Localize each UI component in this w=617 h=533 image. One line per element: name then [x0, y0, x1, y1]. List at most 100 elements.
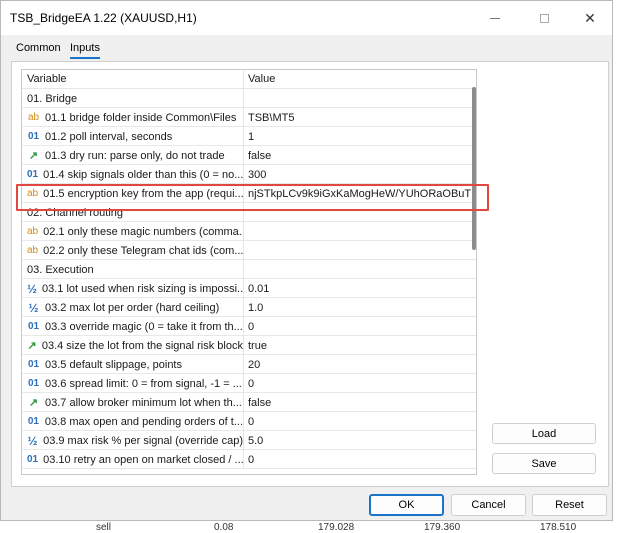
value-cell[interactable]: 0: [244, 374, 476, 393]
trade-price-open: 179.028: [318, 522, 355, 533]
load-button[interactable]: Load: [492, 423, 596, 444]
reset-button[interactable]: Reset: [532, 494, 607, 516]
value-cell[interactable]: 1.0: [244, 298, 476, 317]
boolean-type-icon: ↗: [28, 150, 39, 162]
maximize-button[interactable]: [521, 1, 567, 35]
ok-button[interactable]: OK: [369, 494, 444, 516]
trade-volume: 0.08: [214, 522, 234, 533]
variable-cell: ½ 03.2 max lot per order (hard ceiling): [22, 298, 244, 317]
value-cell[interactable]: [244, 241, 476, 260]
double-type-icon: ½: [27, 433, 38, 448]
integer-type-icon: 01: [27, 321, 40, 332]
string-type-icon: ab: [27, 245, 39, 256]
variable-cell: 01 01.2 poll interval, seconds: [22, 127, 244, 146]
minimize-button[interactable]: [472, 1, 518, 35]
trade-price-sl: 179.360: [424, 522, 461, 533]
parameter-row[interactable]: 01 01.4 skip signals older than this (0 =…: [22, 165, 476, 184]
parameter-row[interactable]: 01 03.10 retry an open on market closed /…: [22, 450, 476, 469]
value-cell[interactable]: TSB\MT5: [244, 108, 476, 127]
variable-label: 01.4 skip signals older than this (0 = n…: [43, 168, 244, 181]
integer-type-icon: 01: [27, 169, 39, 180]
variable-cell: 01 03.8 max open and pending orders of t.…: [22, 412, 244, 431]
variable-cell: ½ 03.1 lot used when risk sizing is impos…: [22, 279, 244, 298]
variable-cell: 01 03.3 override magic (0 = take it from …: [22, 317, 244, 336]
title-bar[interactable]: TSB_BridgeEA 1.22 (XAUUSD,H1) ✕: [1, 1, 612, 35]
variable-cell: ab 01.1 bridge folder inside Common\Files: [22, 108, 244, 127]
parameter-row[interactable]: ab 02.1 only these magic numbers (comma..…: [22, 222, 476, 241]
tab-bar: Common Inputs: [1, 35, 612, 61]
value-cell: [244, 89, 476, 108]
integer-type-icon: 01: [27, 378, 40, 389]
string-type-icon: ab: [27, 226, 39, 237]
variable-label: 01.3 dry run: parse only, do not trade: [45, 149, 225, 162]
background-trade-row: sell 0.08 179.028 179.360 178.510: [0, 522, 617, 533]
value-cell[interactable]: true: [244, 336, 476, 355]
close-button[interactable]: ✕: [567, 1, 613, 35]
variable-label: 03.4 size the lot from the signal risk b…: [41, 339, 243, 352]
variable-cell: ↗ 03.4 size the lot from the signal risk …: [22, 336, 244, 355]
integer-type-icon: 01: [27, 359, 40, 370]
variable-label: 03.1 lot used when risk sizing is imposs…: [42, 282, 244, 295]
group-header-row[interactable]: 01. Bridge: [22, 89, 476, 108]
variable-cell: 01 03.5 default slippage, points: [22, 355, 244, 374]
variable-cell: 01 03.10 retry an open on market closed /…: [22, 450, 244, 469]
header-value[interactable]: Value: [244, 70, 476, 88]
parameter-row[interactable]: ½ 03.9 max risk % per signal (override ca…: [22, 431, 476, 450]
parameter-row[interactable]: ↗ 03.4 size the lot from the signal risk …: [22, 336, 476, 355]
window-title: TSB_BridgeEA 1.22 (XAUUSD,H1): [10, 11, 197, 25]
inputs-dialog: TSB_BridgeEA 1.22 (XAUUSD,H1) ✕ Common I…: [0, 0, 613, 521]
variable-cell: ab 02.1 only these magic numbers (comma..…: [22, 222, 244, 241]
double-type-icon: ½: [27, 281, 38, 296]
tab-inputs[interactable]: Inputs: [70, 42, 100, 59]
parameter-row[interactable]: ↗ 01.3 dry run: parse only, do not trade f…: [22, 146, 476, 165]
parameter-row[interactable]: 01 03.3 override magic (0 = take it from …: [22, 317, 476, 336]
variable-label: 03.3 override magic (0 = take it from th…: [45, 320, 243, 333]
trade-price-tp: 178.510: [540, 522, 577, 533]
variable-cell: ab 02.2 only these Telegram chat ids (com…: [22, 241, 244, 260]
parameter-row[interactable]: ab 02.2 only these Telegram chat ids (com…: [22, 241, 476, 260]
group-header-row[interactable]: 03. Execution: [22, 260, 476, 279]
cancel-button[interactable]: Cancel: [451, 494, 526, 516]
value-cell[interactable]: 0: [244, 412, 476, 431]
value-cell[interactable]: 1: [244, 127, 476, 146]
variable-cell: 03. Execution: [22, 260, 244, 279]
variable-label: 01.2 poll interval, seconds: [45, 130, 173, 143]
variable-cell: ↗ 03.7 allow broker minimum lot when th..…: [22, 393, 244, 412]
parameter-row[interactable]: 01 03.5 default slippage, points 20: [22, 355, 476, 374]
value-cell[interactable]: 5.0: [244, 431, 476, 450]
variable-label: 03.6 spread limit: 0 = from signal, -1 =…: [45, 377, 242, 390]
value-cell[interactable]: false: [244, 393, 476, 412]
parameter-row[interactable]: ab 01.1 bridge folder inside Common\Files…: [22, 108, 476, 127]
parameter-row[interactable]: 01 03.8 max open and pending orders of t.…: [22, 412, 476, 431]
variable-label: 03.9 max risk % per signal (override cap…: [43, 434, 243, 447]
trade-type: sell: [96, 522, 112, 533]
close-icon: ✕: [584, 9, 596, 26]
parameter-row[interactable]: ↗ 03.7 allow broker minimum lot when th..…: [22, 393, 476, 412]
value-cell[interactable]: 0.01: [244, 279, 476, 298]
variable-label: 01. Bridge: [27, 92, 78, 105]
variable-label: 01.1 bridge folder inside Common\Files: [45, 111, 237, 124]
integer-type-icon: 01: [27, 131, 40, 142]
value-cell[interactable]: false: [244, 146, 476, 165]
value-cell[interactable]: 0: [244, 450, 476, 469]
value-cell[interactable]: 300: [244, 165, 476, 184]
value-cell[interactable]: 20: [244, 355, 476, 374]
parameter-row[interactable]: ½ 03.2 max lot per order (hard ceiling) 1.…: [22, 298, 476, 317]
variable-cell: 01 01.4 skip signals older than this (0 =…: [22, 165, 244, 184]
save-button[interactable]: Save: [492, 453, 596, 474]
double-type-icon: ½: [28, 300, 39, 315]
value-cell[interactable]: [244, 222, 476, 241]
value-cell: [244, 260, 476, 279]
scrollbar-thumb[interactable]: [472, 87, 476, 250]
variable-cell: 01. Bridge: [22, 89, 244, 108]
variable-label: 03.8 max open and pending orders of t...: [44, 415, 243, 428]
parameter-row[interactable]: 01 01.2 poll interval, seconds 1: [22, 127, 476, 146]
header-variable[interactable]: Variable: [22, 70, 244, 88]
parameter-row[interactable]: ½ 03.1 lot used when risk sizing is impos…: [22, 279, 476, 298]
value-cell[interactable]: 0: [244, 317, 476, 336]
variable-cell: 01 03.6 spread limit: 0 = from signal, -1…: [22, 374, 244, 393]
boolean-type-icon: ↗: [27, 340, 37, 352]
parameter-row[interactable]: 01 03.6 spread limit: 0 = from signal, -1…: [22, 374, 476, 393]
tab-common[interactable]: Common: [16, 42, 61, 54]
variable-cell: ↗ 01.3 dry run: parse only, do not trade: [22, 146, 244, 165]
